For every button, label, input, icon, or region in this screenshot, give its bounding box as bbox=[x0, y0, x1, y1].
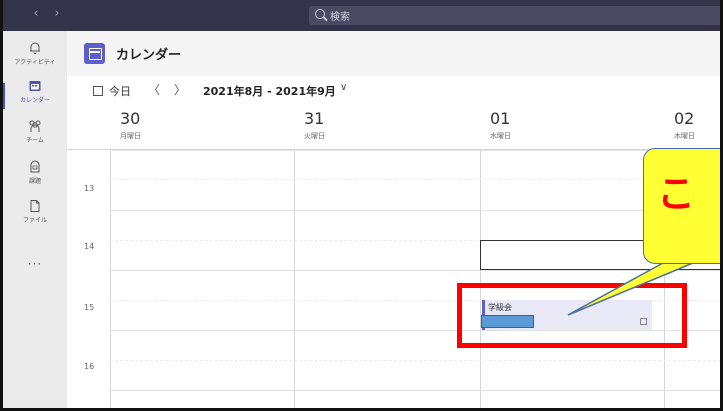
search-input[interactable]: 検索 bbox=[309, 6, 720, 25]
today-icon bbox=[93, 86, 103, 96]
app-header: カレンダー bbox=[67, 31, 720, 76]
day-name: 月曜日 bbox=[120, 132, 141, 140]
teams-window: ‹ › 検索 アクティビティ カレンダー チーム 課題 ファイル ··· カレン… bbox=[0, 0, 723, 411]
page-title: カレンダー bbox=[116, 48, 182, 63]
column-divider bbox=[480, 150, 481, 408]
day-header-tue[interactable]: 31 火曜日 bbox=[294, 106, 480, 150]
hour-line bbox=[110, 150, 720, 151]
title-bar: ‹ › 検索 bbox=[3, 0, 720, 31]
previous-week-button[interactable]: 〈 bbox=[146, 81, 162, 99]
more-apps-button[interactable]: ··· bbox=[3, 257, 67, 271]
hour-label: 13 bbox=[84, 184, 95, 193]
day-number: 01 bbox=[490, 109, 511, 128]
search-placeholder: 検索 bbox=[330, 12, 350, 23]
calendar-toolbar: 今日 〈 〉 2021年8月 - 2021年9月 ∨ bbox=[67, 76, 720, 106]
next-week-button[interactable]: 〉 bbox=[172, 81, 188, 99]
bell-icon bbox=[30, 42, 40, 54]
day-number: 31 bbox=[304, 109, 325, 128]
calendar-grid[interactable]: 13 14 15 16 学級会 bbox=[67, 150, 720, 408]
hour-label: 14 bbox=[84, 242, 95, 251]
day-name: 水曜日 bbox=[490, 132, 511, 140]
back-button[interactable]: ‹ bbox=[28, 6, 44, 22]
people-icon bbox=[29, 120, 41, 132]
file-icon bbox=[30, 200, 40, 212]
rail-item-calendar[interactable]: カレンダー bbox=[3, 79, 67, 115]
rail-item-activity[interactable]: アクティビティ bbox=[3, 41, 67, 77]
hour-line bbox=[110, 390, 720, 391]
rail-label-assignments: 課題 bbox=[28, 178, 41, 185]
hour-label: 15 bbox=[84, 303, 95, 312]
day-name: 木曜日 bbox=[674, 132, 695, 140]
hour-line bbox=[110, 210, 720, 211]
hour-label: 16 bbox=[84, 362, 95, 371]
callout-text: こ bbox=[657, 172, 696, 216]
day-name: 火曜日 bbox=[304, 132, 325, 140]
rail-item-assignments[interactable]: 課題 bbox=[3, 160, 67, 196]
half-hour-line bbox=[110, 179, 720, 180]
day-number: 30 bbox=[120, 109, 141, 128]
rail-label-files: ファイル bbox=[22, 217, 47, 224]
day-number: 02 bbox=[674, 109, 695, 128]
day-header-wed[interactable]: 01 水曜日 bbox=[480, 106, 664, 150]
half-hour-line bbox=[110, 360, 720, 361]
rail-item-files[interactable]: ファイル bbox=[3, 199, 67, 235]
active-indicator bbox=[3, 83, 5, 109]
day-header-thu[interactable]: 02 木曜日 bbox=[664, 106, 720, 150]
day-header-row: 30 月曜日 31 火曜日 01 水曜日 02 木曜日 bbox=[67, 106, 720, 150]
search-icon bbox=[315, 9, 325, 19]
app-rail: アクティビティ カレンダー チーム 課題 ファイル ··· bbox=[3, 31, 67, 408]
rail-item-teams[interactable]: チーム bbox=[3, 119, 67, 155]
date-range-picker[interactable]: 2021年8月 - 2021年9月 bbox=[203, 83, 336, 99]
rail-label-teams: チーム bbox=[26, 137, 44, 144]
callout-bubble: こ bbox=[643, 148, 720, 264]
calendar-icon bbox=[29, 81, 41, 91]
today-button[interactable]: 今日 bbox=[109, 83, 131, 99]
day-header-mon[interactable]: 30 月曜日 bbox=[110, 106, 294, 150]
rail-label-calendar: カレンダー bbox=[19, 97, 50, 104]
forward-button[interactable]: › bbox=[49, 6, 65, 22]
column-divider bbox=[294, 150, 295, 408]
highlight-box bbox=[457, 283, 687, 348]
rail-label-activity: アクティビティ bbox=[14, 59, 56, 66]
calendar-app-icon bbox=[84, 43, 105, 64]
chevron-down-icon[interactable]: ∨ bbox=[340, 82, 347, 93]
hour-line bbox=[110, 270, 720, 271]
assignments-icon bbox=[30, 160, 40, 173]
column-divider bbox=[110, 150, 111, 408]
